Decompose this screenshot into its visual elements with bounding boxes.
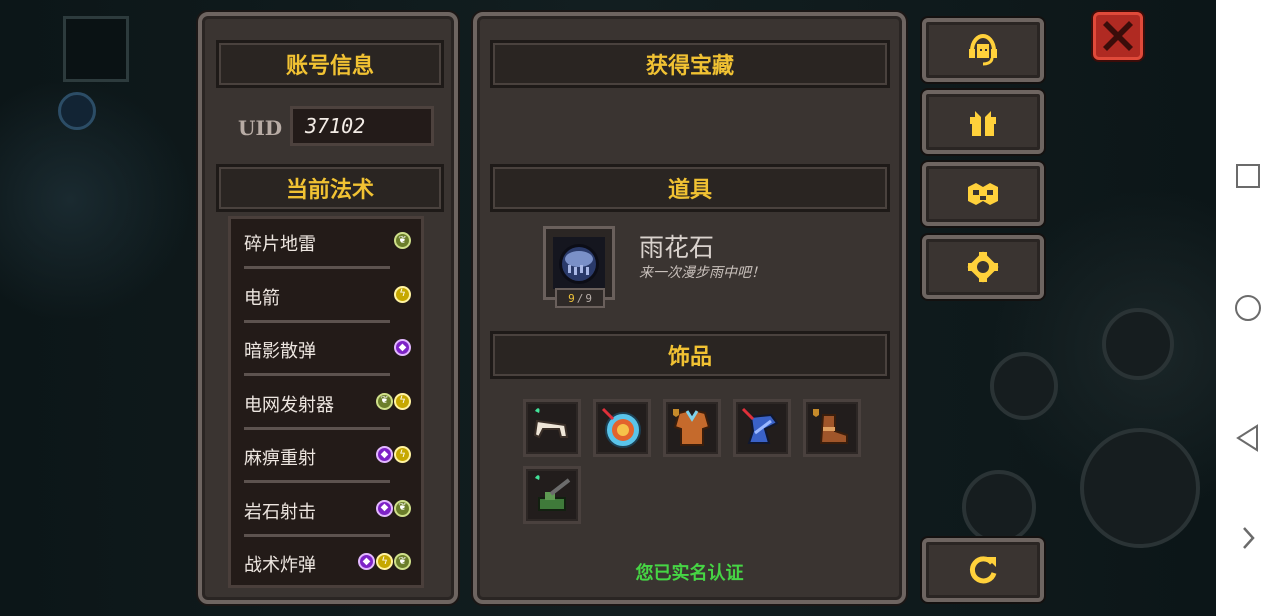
restart-icon <box>969 556 997 584</box>
home-button[interactable] <box>1234 294 1262 322</box>
spell-item[interactable]: 岩石射击 ◆ ❦ <box>231 493 421 546</box>
spell-name: 电箭 <box>244 287 280 309</box>
accessories-header: 饰品 <box>490 331 890 379</box>
back-triangle-icon <box>1236 424 1258 452</box>
brown-boot-icon <box>813 409 848 444</box>
target-shield-icon <box>601 407 641 448</box>
spell-divider <box>244 480 390 483</box>
recents-button[interactable] <box>1234 162 1262 190</box>
spell-item[interactable]: 战术炸弹 ◆ ϟ ❦ <box>231 546 421 588</box>
treasure-panel: 获得宝藏 道具 9 / 9 雨花石 来一次漫步雨中吧！ 饰品 您已实名认证 <box>473 12 906 604</box>
attack-button <box>990 352 1058 420</box>
customer-service-icon <box>969 33 997 66</box>
spell-name: 战术炸弹 <box>244 555 316 576</box>
spell-element-icons: ◆ <box>394 339 411 356</box>
mask-icon <box>968 183 998 205</box>
treasure-header: 获得宝藏 <box>490 40 890 88</box>
minimap <box>63 16 129 82</box>
close-icon <box>1103 21 1133 51</box>
spell-list[interactable]: 碎片地雷 ❦ 电箭 ϟ 暗影散弹 ◆ 电网发射器 ❦ ϟ 麻痹重射 ◆ ϟ 岩石射击 ◆ ❦ 战术炸弹 ◆ ϟ ❦ <box>228 216 424 588</box>
skill-orb-icon <box>58 92 96 130</box>
item-count: 9 / 9 <box>555 288 605 308</box>
blue-boot-icon <box>741 407 779 444</box>
spell-item[interactable]: 电网发射器 ❦ ϟ <box>231 386 421 439</box>
restart-button[interactable] <box>922 538 1044 602</box>
spells-header: 当前法术 <box>216 164 444 212</box>
spell-item[interactable]: 暗影散弹 ◆ <box>231 332 421 385</box>
accessory-slot[interactable] <box>523 466 581 524</box>
accessory-slot[interactable] <box>803 399 861 457</box>
spell-name: 麻痹重射 <box>244 448 316 469</box>
spell-item[interactable]: 碎片地雷 ❦ <box>231 225 421 278</box>
mask-button[interactable] <box>922 162 1044 226</box>
spell-name: 岩石射击 <box>244 501 316 523</box>
accessory-slot[interactable] <box>523 399 581 457</box>
accessory-slot[interactable] <box>593 399 651 457</box>
volt-element-icon: ϟ <box>394 446 411 463</box>
spell-divider <box>244 373 390 376</box>
close-button[interactable] <box>1093 12 1143 60</box>
spell-name: 暗影散弹 <box>244 341 316 362</box>
spell-name: 碎片地雷 <box>244 234 316 255</box>
skill-button <box>1102 308 1174 380</box>
spell-element-icons: ❦ <box>394 232 411 249</box>
lightning-button <box>962 470 1036 544</box>
system-navigation-bar <box>1216 0 1280 616</box>
earth-element-icon: ❦ <box>394 499 411 517</box>
back-button[interactable] <box>1234 424 1262 452</box>
spell-divider <box>244 266 390 269</box>
item-name: 雨花石 <box>639 233 715 262</box>
circle-icon <box>1235 295 1261 321</box>
shadow-element-icon: ◆ <box>376 499 393 517</box>
joystick <box>1080 428 1200 548</box>
items-header: 道具 <box>490 164 890 212</box>
spell-element-icons: ◆ ϟ ❦ <box>358 553 411 570</box>
account-header: 账号信息 <box>216 40 444 88</box>
volt-element-icon: ϟ <box>376 553 393 570</box>
leather-vest-icon <box>673 409 711 446</box>
spell-name: 电网发射器 <box>244 394 334 416</box>
expand-button[interactable] <box>1234 524 1262 552</box>
shadow-element-icon: ◆ <box>358 553 375 570</box>
earth-element-icon: ❦ <box>394 553 411 570</box>
chevron-right-icon <box>1243 527 1255 549</box>
verification-status: 您已实名认证 <box>635 563 744 584</box>
spell-divider <box>244 426 390 430</box>
uid-value[interactable]: 37102 <box>290 106 434 146</box>
spell-item[interactable]: 麻痹重射 ◆ ϟ <box>231 439 421 492</box>
square-icon <box>1236 164 1260 188</box>
settings-gear-icon <box>967 251 999 283</box>
volt-element-icon: ϟ <box>394 392 411 410</box>
spell-element-icons: ϟ <box>394 285 411 303</box>
bone-wing-icon <box>533 408 569 439</box>
account-panel: 账号信息 UID 37102 当前法术 碎片地雷 ❦ 电箭 ϟ 暗影散弹 ◆ 电网发射器 ❦ ϟ… <box>198 12 458 604</box>
volt-element-icon: ϟ <box>394 285 411 303</box>
spell-divider <box>244 319 390 323</box>
spell-item[interactable]: 电箭 ϟ <box>231 279 421 332</box>
spell-element-icons: ❦ ϟ <box>376 392 411 410</box>
earth-element-icon: ❦ <box>394 232 411 249</box>
uid-label: UID <box>238 116 283 140</box>
spell-element-icons: ◆ ❦ <box>376 499 411 517</box>
shadow-element-icon: ◆ <box>376 446 393 463</box>
spell-element-icons: ◆ ϟ <box>376 446 411 463</box>
shadow-element-icon: ◆ <box>394 339 411 356</box>
spell-divider <box>244 587 390 588</box>
accessory-slot[interactable] <box>733 399 791 457</box>
item-description: 来一次漫步雨中吧！ <box>639 265 765 281</box>
rain-stone-icon <box>553 237 605 289</box>
green-turret-icon <box>535 475 571 511</box>
accessory-slot[interactable] <box>663 399 721 457</box>
customer-service-button[interactable] <box>922 18 1044 82</box>
gift-button[interactable] <box>922 90 1044 154</box>
earth-element-icon: ❦ <box>376 392 393 410</box>
spell-divider <box>244 533 390 537</box>
settings-button[interactable] <box>922 235 1044 299</box>
gift-icon <box>970 111 996 136</box>
